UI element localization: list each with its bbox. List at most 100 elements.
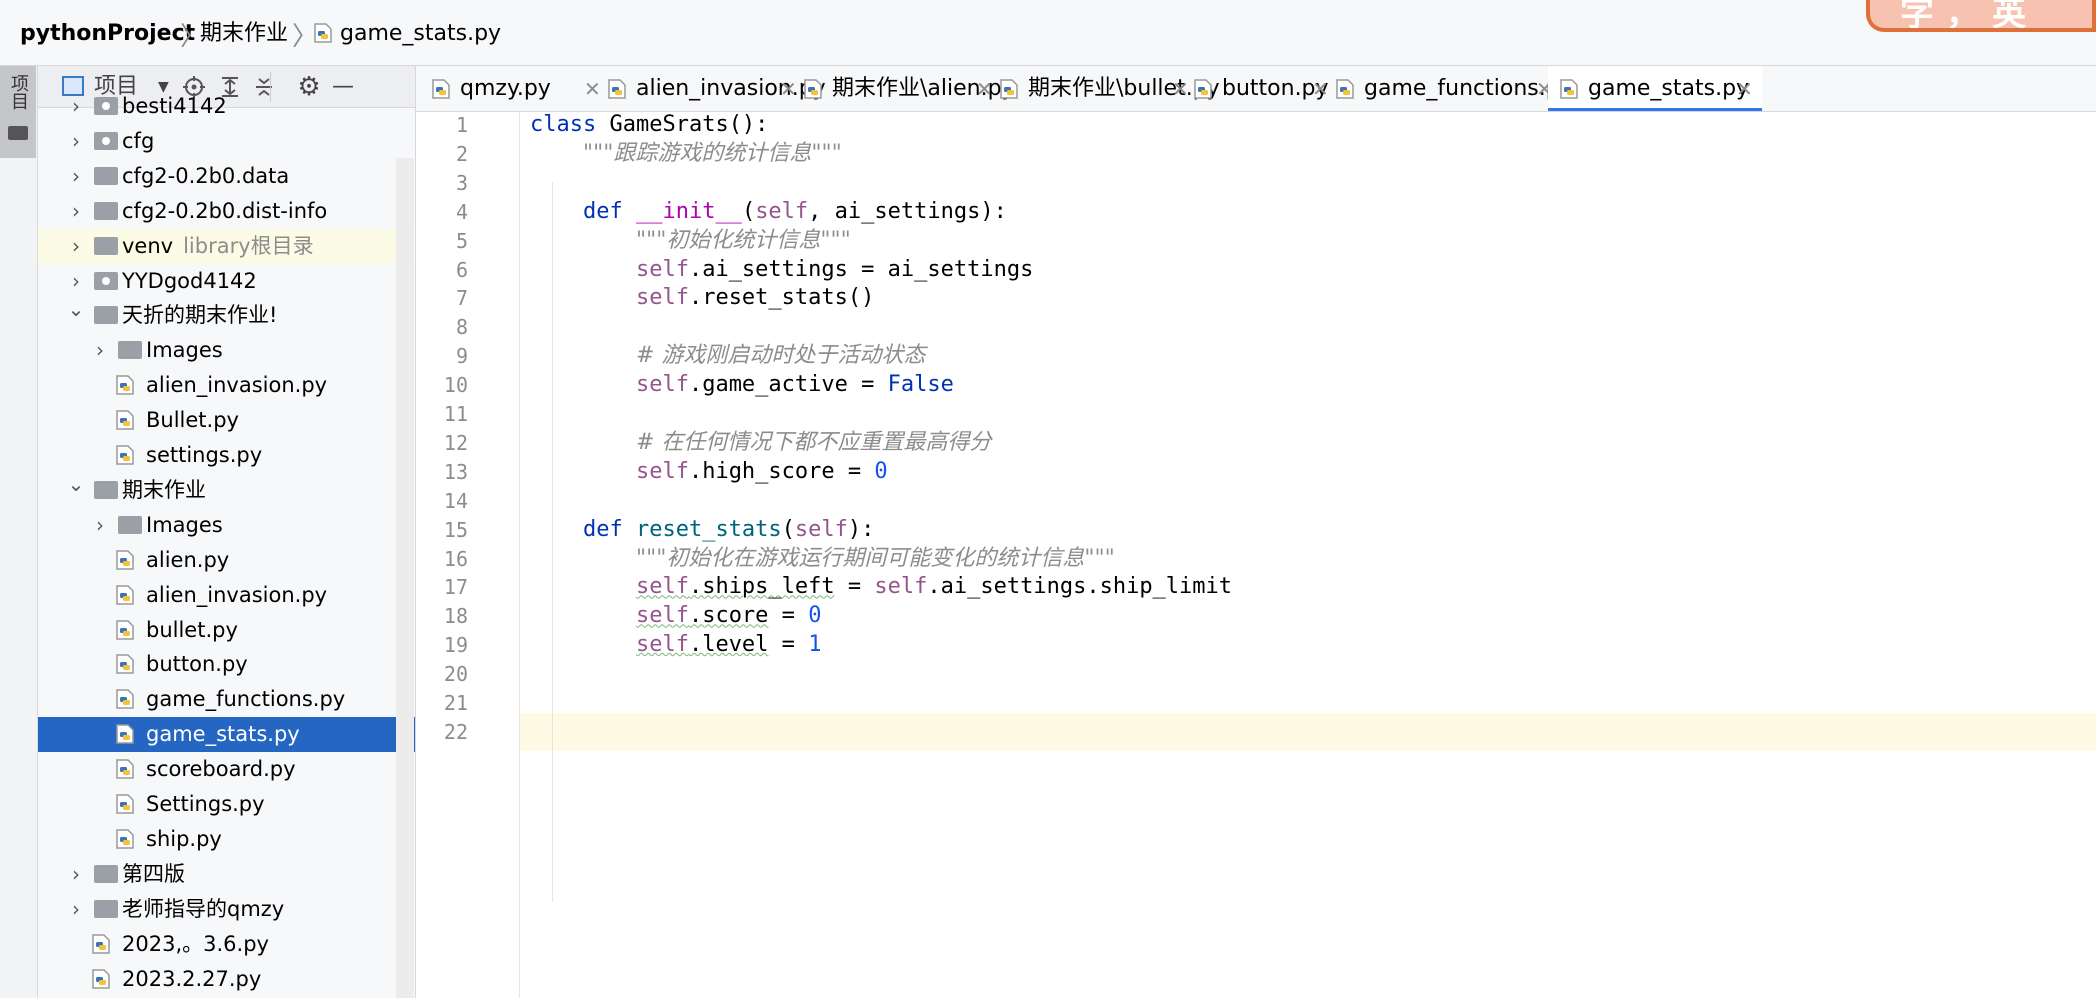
tree-item[interactable]: bullet.py: [38, 613, 415, 648]
chevron-right-icon[interactable]: ›: [66, 159, 86, 194]
tree-item[interactable]: › cfg: [38, 124, 415, 159]
code-editor[interactable]: class GameSrats(): """跟踪游戏的统计信息""" def _…: [520, 112, 2096, 998]
breadcrumb-file[interactable]: game_stats.py: [340, 20, 501, 48]
code-token: =: [768, 603, 809, 629]
project-tree-scrollbar[interactable]: [396, 158, 414, 998]
tree-item-label: Images: [146, 333, 223, 368]
tab-7[interactable]: game_stats.py ✕: [1548, 66, 1762, 111]
tree-item[interactable]: › cfg2-0.2b0.data: [38, 159, 415, 194]
tree-item-name: ship.py: [146, 826, 222, 851]
tree-item-label: alien_invasion.py: [146, 368, 327, 403]
tree-item-name: 天折的期末作业!: [122, 303, 278, 328]
tree-item-label: bullet.py: [146, 613, 238, 648]
code-token: self: [635, 458, 689, 484]
tree-item[interactable]: ship.py: [38, 822, 415, 857]
line-number: 13: [443, 459, 468, 484]
tree-item-name: venv: [122, 233, 174, 258]
chevron-right-icon[interactable]: ›: [66, 194, 86, 229]
line-number: 2: [455, 141, 468, 166]
tree-item-name: 2023,。3.6.py: [122, 931, 269, 956]
tab-1[interactable]: qmzy.py ✕: [420, 66, 610, 111]
tree-item[interactable]: Bullet.py: [38, 403, 415, 438]
close-icon[interactable]: ✕: [1736, 66, 1753, 111]
chevron-right-icon[interactable]: ›: [90, 508, 110, 543]
code-line: self.high_score = 0: [530, 453, 888, 491]
tree-item-name: alien.py: [146, 547, 230, 572]
tree-item-name: alien_invasion.py: [146, 582, 328, 607]
tree-item-name: YYDgod4142: [122, 268, 257, 293]
tree-item-name: settings.py: [146, 443, 263, 467]
tree-item[interactable]: game_stats.py: [38, 717, 415, 753]
python-file-icon: [116, 375, 134, 395]
tree-item[interactable]: alien_invasion.py: [38, 368, 415, 403]
chevron-down-icon[interactable]: ⌄: [66, 467, 86, 502]
breadcrumb-project[interactable]: pythonProject: [20, 20, 195, 48]
line-number: 6: [455, 257, 468, 282]
tree-item[interactable]: scoreboard.py: [38, 752, 415, 787]
code-token: self: [635, 372, 689, 398]
tab-3[interactable]: 期末作业\alien.py ✕: [792, 66, 1015, 111]
tree-item[interactable]: › 老师指导的qmzy: [38, 892, 415, 927]
tree-item[interactable]: button.py: [38, 647, 415, 682]
line-number: 16: [443, 546, 468, 571]
tree-item[interactable]: › Images: [38, 508, 415, 543]
tree-item-name: button.py: [146, 652, 248, 677]
tree-item[interactable]: alien.py: [38, 543, 415, 578]
code-token: self: [635, 256, 689, 282]
tree-item-name: cfg2-0.2b0.data: [122, 163, 290, 188]
line-number: 11: [443, 402, 468, 426]
code-token: self: [635, 632, 689, 658]
line-number: 8: [455, 315, 468, 340]
tree-item[interactable]: settings.py: [38, 438, 415, 473]
tree-item-name: cfg2-0.2b0.dist-info: [122, 198, 328, 223]
code-token: , ai_settings):: [808, 198, 1007, 224]
tree-item[interactable]: 2023.2.27.py: [38, 962, 415, 997]
chevron-right-icon[interactable]: ›: [66, 229, 86, 264]
chevron-right-icon[interactable]: ›: [66, 857, 86, 892]
breadcrumb-folder[interactable]: 期末作业: [200, 20, 288, 48]
tree-item-label: Settings.py: [146, 787, 265, 822]
folder-icon: [94, 166, 118, 185]
line-number: 21: [443, 691, 468, 715]
chevron-right-icon[interactable]: ›: [66, 892, 86, 927]
tree-item[interactable]: › besti4142: [38, 89, 415, 124]
project-strip-label: 项目: [8, 74, 29, 110]
tree-item[interactable]: Settings.py: [38, 787, 415, 822]
tree-item[interactable]: ⌄ 天折的期末作业!: [38, 297, 415, 333]
tree-item[interactable]: ⌄ 期末作业: [38, 472, 415, 508]
tree-item[interactable]: alien_invasion.py: [38, 578, 415, 613]
chevron-right-icon[interactable]: ›: [90, 333, 110, 368]
folder-icon: [8, 126, 28, 140]
chevron-right-icon[interactable]: ›: [66, 124, 86, 159]
python-file-icon: [116, 410, 134, 430]
tree-item[interactable]: › cfg2-0.2b0.dist-info: [38, 194, 415, 229]
chevron-down-icon[interactable]: ⌄: [66, 292, 86, 327]
tree-item[interactable]: › Images: [38, 333, 415, 368]
code-token: # 游戏刚启动时处于活动状态: [635, 343, 926, 369]
tree-item[interactable]: 2023,。3.6.py: [38, 927, 415, 962]
code-line: """跟踪游戏的统计信息""": [530, 135, 842, 173]
tab-4[interactable]: 期末作业\bullet.py ✕: [988, 66, 1220, 111]
tree-item-name: Bullet.py: [146, 408, 239, 433]
code-token: .game_active =: [688, 372, 888, 398]
tree-item[interactable]: game_functions.py: [38, 682, 415, 717]
project-tool-window-button[interactable]: 项目: [0, 66, 36, 158]
indent-guide: [552, 182, 553, 902]
tree-item-name: Images: [146, 338, 223, 363]
tree-item-label: cfg: [122, 124, 154, 159]
chevron-right-icon[interactable]: ›: [66, 89, 86, 124]
tree-item[interactable]: › YYDgod4142: [38, 264, 415, 299]
tab-2[interactable]: alien_invasion.py ✕: [596, 66, 826, 111]
line-number: 20: [443, 662, 468, 687]
tab-6[interactable]: game_functions.py ✕: [1324, 66, 1573, 111]
tree-item[interactable]: › venv library根目录: [38, 228, 415, 264]
tree-item[interactable]: › 第四版: [38, 857, 415, 892]
tab-5[interactable]: button.py ✕: [1182, 66, 1338, 111]
python-file-icon: [116, 445, 134, 465]
